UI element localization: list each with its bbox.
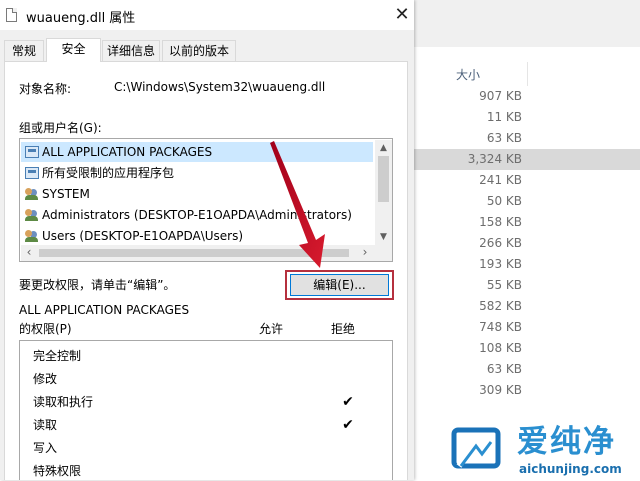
tab-details[interactable]: 详细信息 <box>102 40 160 61</box>
file-size: 193 KB <box>479 257 522 271</box>
file-row[interactable]: 63 KB <box>414 128 640 149</box>
close-icon[interactable]: ✕ <box>392 5 412 25</box>
permission-row-label: 写入 <box>33 441 58 455</box>
explorer-window: 大小 907 KB 11 KB 63 KB 3,324 KB 241 KB 50 KB 15… <box>408 0 640 480</box>
file-size: 241 KB <box>479 173 522 187</box>
deny-check-icon: ✔ <box>342 394 354 410</box>
group-name: SYSTEM <box>42 187 90 201</box>
permissions-label: 的权限(P) <box>19 322 72 336</box>
file-size: 158 KB <box>479 215 522 229</box>
file-size-list: 907 KB 11 KB 63 KB 3,324 KB 241 KB 50 KB 158 K… <box>408 86 640 401</box>
file-row[interactable]: 63 KB <box>414 359 640 380</box>
deny-column-header: 拒绝 <box>331 322 356 336</box>
vertical-scroll-thumb[interactable] <box>378 156 389 202</box>
users-icon <box>25 230 39 242</box>
size-column-label: 大小 <box>456 68 481 82</box>
file-size: 50 KB <box>486 194 522 208</box>
file-size: 63 KB <box>486 362 522 376</box>
aichunjing-logo-icon <box>451 427 501 469</box>
group-name: Administrators (DESKTOP-E1OAPDA\Administ… <box>42 208 352 222</box>
users-icon <box>25 209 39 221</box>
tab-general[interactable]: 常规 <box>4 40 44 61</box>
file-size: 582 KB <box>479 299 522 313</box>
package-icon <box>25 167 39 179</box>
users-icon <box>25 188 39 200</box>
dialog-title: wuaueng.dll 属性 <box>26 11 136 26</box>
file-size: 3,324 KB <box>467 152 522 166</box>
file-size: 108 KB <box>479 341 522 355</box>
group-list-item[interactable]: ALL APPLICATION PACKAGES <box>21 142 373 162</box>
permission-row-label: 读取和执行 <box>33 395 94 409</box>
permission-row-label: 读取 <box>33 418 58 432</box>
file-row[interactable]: 3,324 KB <box>408 149 640 170</box>
horizontal-scrollbar[interactable]: ‹ › <box>21 245 375 261</box>
group-name: ALL APPLICATION PACKAGES <box>42 145 213 159</box>
change-permission-hint: 要更改权限，请单击“编辑”。 <box>19 278 176 292</box>
scroll-down-icon[interactable]: ▼ <box>375 230 392 244</box>
scroll-left-icon[interactable]: ‹ <box>21 245 37 261</box>
scroll-right-icon[interactable]: › <box>357 245 373 261</box>
watermark: 爱纯净 aichunjing.com <box>449 422 640 480</box>
package-icon <box>25 146 39 158</box>
file-size: 55 KB <box>486 278 522 292</box>
group-name: 所有受限制的应用程序包 <box>42 166 175 180</box>
file-row[interactable]: 11 KB <box>414 107 640 128</box>
group-name: Users (DESKTOP-E1OAPDA\Users) <box>42 229 244 243</box>
file-row[interactable]: 158 KB <box>414 212 640 233</box>
file-row[interactable]: 50 KB <box>414 191 640 212</box>
size-column-header[interactable]: 大小 <box>414 62 640 86</box>
object-name-label: 对象名称: <box>19 82 72 96</box>
object-name-value: C:\Windows\System32\wuaueng.dll <box>114 80 326 94</box>
file-row[interactable]: 193 KB <box>414 254 640 275</box>
groups-label: 组或用户名(G): <box>19 121 102 135</box>
group-list-item[interactable]: SYSTEM <box>21 184 373 204</box>
file-size: 63 KB <box>486 131 522 145</box>
permissions-list: 完全控制修改读取和执行 ✔ 读取 ✔ 写入特殊权限 <box>19 340 393 480</box>
group-user-list[interactable]: ALL APPLICATION PACKAGES 所有受限制的应用程序包 SYSTE… <box>19 138 393 262</box>
file-size: 748 KB <box>479 320 522 334</box>
file-row[interactable]: 55 KB <box>414 275 640 296</box>
file-size: 907 KB <box>479 89 522 103</box>
file-size: 266 KB <box>479 236 522 250</box>
allow-column-header: 允许 <box>259 322 284 336</box>
file-row[interactable]: 907 KB <box>414 86 640 107</box>
deny-check-icon: ✔ <box>342 417 354 433</box>
edit-button[interactable]: 编辑(E)... <box>290 274 389 296</box>
horizontal-scroll-thumb[interactable] <box>39 249 349 257</box>
file-size: 11 KB <box>486 110 522 124</box>
group-list-item[interactable]: 所有受限制的应用程序包 <box>21 163 373 183</box>
watermark-chinese: 爱纯净 <box>517 424 616 460</box>
file-row[interactable]: 266 KB <box>414 233 640 254</box>
file-row[interactable]: 108 KB <box>414 338 640 359</box>
tab-security[interactable]: 安全 <box>46 38 101 62</box>
title-bar[interactable]: wuaueng.dll 属性 ✕ <box>0 0 414 30</box>
group-list-item[interactable]: Users (DESKTOP-E1OAPDA\Users) <box>21 226 373 246</box>
watermark-url: aichunjing.com <box>519 462 622 476</box>
column-separator[interactable] <box>527 62 528 86</box>
explorer-toolbar-strip <box>414 0 640 47</box>
file-row[interactable]: 241 KB <box>414 170 640 191</box>
file-row[interactable]: 582 KB <box>414 296 640 317</box>
scroll-up-icon[interactable]: ▲ <box>375 141 392 155</box>
permission-row-label: 完全控制 <box>33 349 82 363</box>
tab-previous-versions[interactable]: 以前的版本 <box>162 40 236 61</box>
file-row[interactable]: 748 KB <box>414 317 640 338</box>
group-list-item[interactable]: Administrators (DESKTOP-E1OAPDA\Administ… <box>21 205 373 225</box>
properties-dialog: wuaueng.dll 属性 ✕ 常规 安全 详细信息 以前的版本 对象名称: … <box>0 0 414 480</box>
scrollbar-corner <box>375 245 392 261</box>
permission-row-label: 特殊权限 <box>33 464 82 478</box>
vertical-scrollbar[interactable]: ▲ ▼ <box>375 140 392 245</box>
document-icon <box>6 8 17 22</box>
file-size: 309 KB <box>479 383 522 397</box>
file-row[interactable]: 309 KB <box>414 380 640 401</box>
permission-row-label: 修改 <box>33 372 58 386</box>
permissions-for-label: ALL APPLICATION PACKAGES <box>19 303 190 317</box>
